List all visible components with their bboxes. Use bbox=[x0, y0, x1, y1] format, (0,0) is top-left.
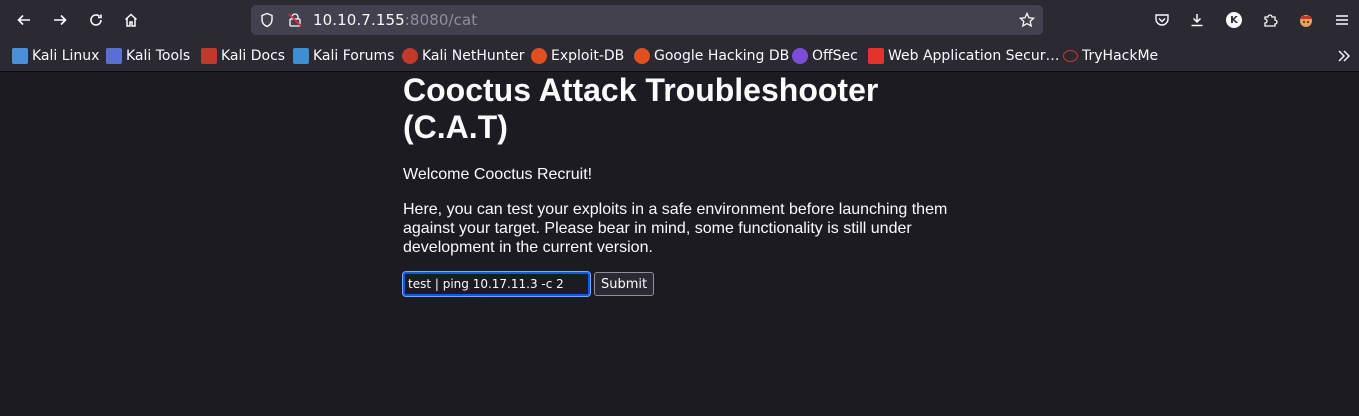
url-host: 10.10.7.155 bbox=[313, 11, 405, 29]
back-button[interactable] bbox=[10, 6, 38, 34]
bookmark-exploit-db[interactable]: Exploit-DB bbox=[531, 46, 624, 66]
arrow-left-icon bbox=[17, 14, 30, 26]
address-bar[interactable]: 10.10.7.155:8080/cat bbox=[251, 5, 1043, 35]
main-content: Cooctus Attack Troubleshooter (C.A.T) We… bbox=[402, 72, 963, 297]
bookmark-google-hacking-db[interactable]: Google Hacking DB bbox=[634, 46, 789, 66]
extension-button[interactable] bbox=[1292, 6, 1320, 34]
ghdb-icon bbox=[634, 48, 650, 64]
bookmarks-toolbar: Kali Linux Kali Tools Kali Docs Kali For… bbox=[0, 40, 1359, 72]
download-icon bbox=[1191, 14, 1203, 27]
home-button[interactable] bbox=[117, 6, 145, 34]
command-input[interactable] bbox=[402, 271, 591, 297]
pocket-button[interactable] bbox=[1148, 6, 1176, 34]
bookmarks-overflow-button[interactable] bbox=[1336, 46, 1352, 66]
description-text: Here, you can test your exploits in a sa… bbox=[403, 201, 948, 256]
downloads-button[interactable] bbox=[1183, 6, 1211, 34]
pocket-icon bbox=[1155, 14, 1169, 26]
arrow-right-icon bbox=[54, 14, 67, 26]
url-path: :8080/cat bbox=[404, 11, 478, 29]
kali-forums-icon bbox=[293, 48, 309, 64]
star-icon[interactable] bbox=[1018, 11, 1036, 32]
command-form: Submit bbox=[402, 271, 655, 297]
bookmark-web-app-security[interactable]: Web Application Secur… bbox=[868, 46, 1059, 66]
submit-button[interactable]: Submit bbox=[594, 272, 655, 296]
profile-button[interactable]: K bbox=[1220, 6, 1248, 34]
bookmark-kali-forums[interactable]: Kali Forums bbox=[293, 46, 394, 66]
nethunter-icon bbox=[402, 48, 418, 64]
kali-docs-icon bbox=[201, 48, 217, 64]
lightning-icon bbox=[868, 48, 884, 64]
forward-button[interactable] bbox=[46, 6, 74, 34]
bookmark-kali-nethunter[interactable]: Kali NetHunter bbox=[402, 46, 524, 66]
bookmark-kali-docs[interactable]: Kali Docs bbox=[201, 46, 285, 66]
extension-mascot-icon bbox=[1300, 15, 1312, 27]
reload-icon bbox=[90, 14, 102, 26]
bookmark-kali-linux[interactable]: Kali Linux bbox=[12, 46, 99, 66]
bookmark-offsec[interactable]: OffSec bbox=[792, 46, 858, 66]
profile-avatar: K bbox=[1226, 12, 1242, 28]
browser-toolbar: 10.10.7.155:8080/cat K bbox=[0, 0, 1359, 40]
double-chevron-right-icon bbox=[1338, 50, 1350, 62]
app-menu-button[interactable] bbox=[1328, 6, 1356, 34]
welcome-text: Welcome Cooctus Recruit! bbox=[403, 166, 593, 183]
offsec-icon bbox=[792, 48, 808, 64]
extensions-button[interactable] bbox=[1256, 6, 1284, 34]
reload-button[interactable] bbox=[82, 6, 110, 34]
tryhackme-icon bbox=[1063, 50, 1078, 62]
kali-dragon-icon bbox=[12, 48, 28, 64]
bookmark-kali-tools[interactable]: Kali Tools bbox=[106, 46, 190, 66]
page-viewport: Cooctus Attack Troubleshooter (C.A.T) We… bbox=[0, 72, 1359, 416]
puzzle-icon bbox=[1264, 14, 1278, 27]
bookmark-tryhackme[interactable]: TryHackMe bbox=[1063, 46, 1158, 66]
page-title: Cooctus Attack Troubleshooter (C.A.T) bbox=[403, 72, 879, 145]
url-text: 10.10.7.155:8080/cat bbox=[313, 11, 477, 29]
shield-icon[interactable] bbox=[259, 12, 275, 32]
hamburger-menu-icon bbox=[1336, 15, 1348, 25]
home-icon bbox=[124, 13, 138, 27]
insecure-lock-icon[interactable] bbox=[287, 12, 303, 32]
exploit-db-icon bbox=[531, 48, 547, 64]
kali-tools-icon bbox=[106, 48, 122, 64]
